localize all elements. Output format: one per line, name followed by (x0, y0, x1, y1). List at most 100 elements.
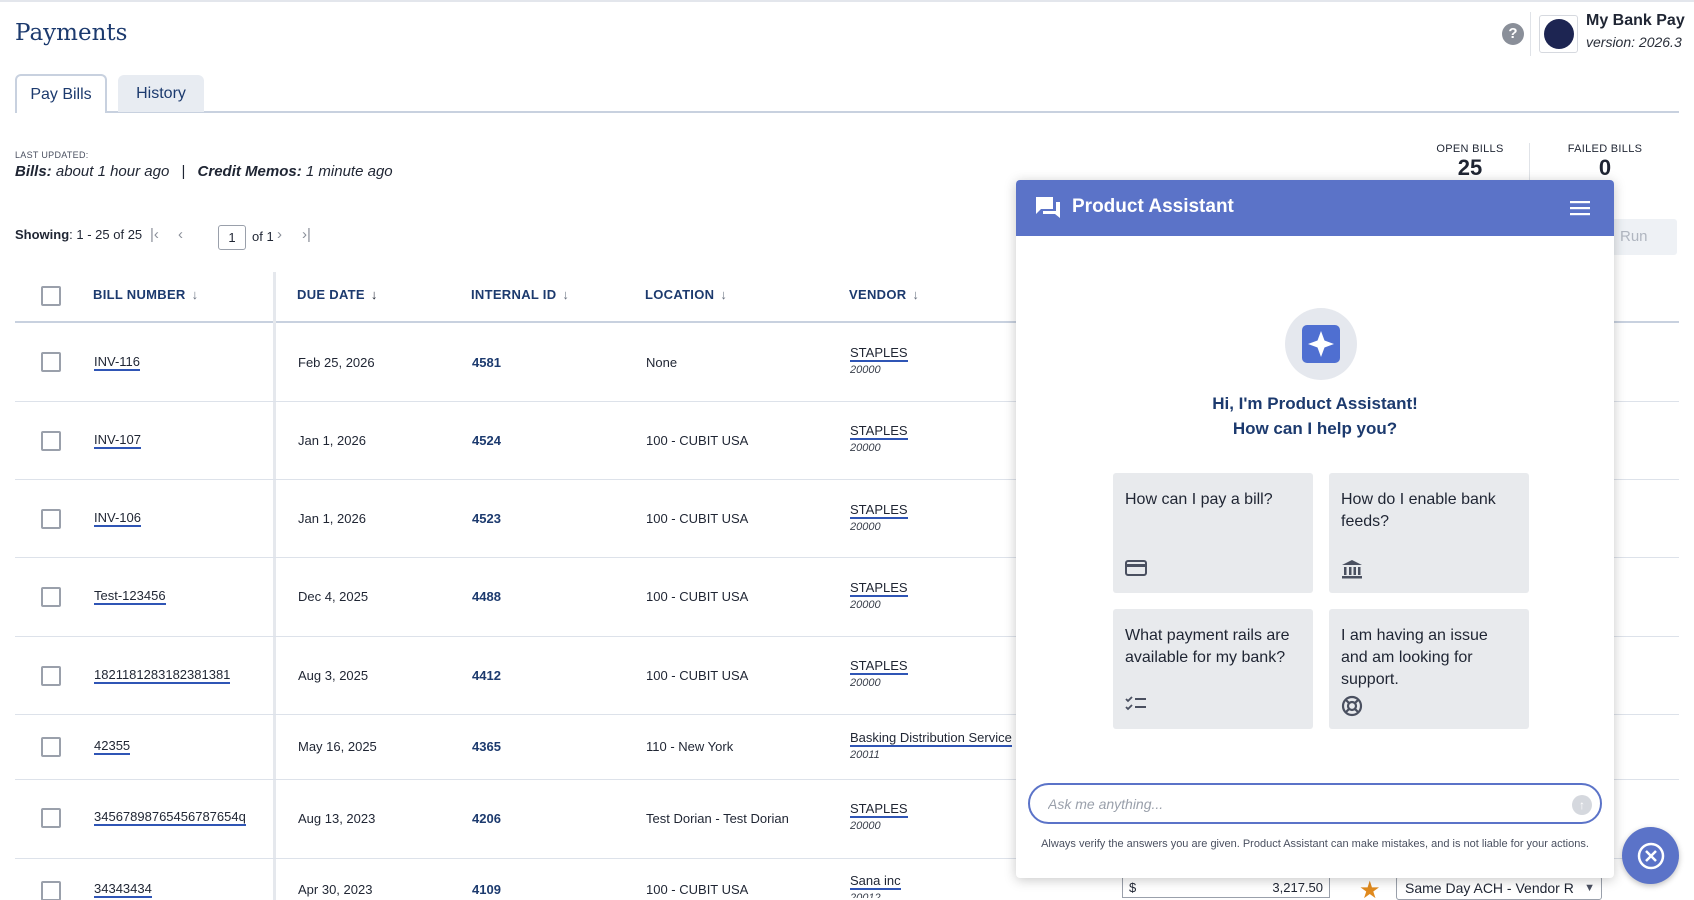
internal-id: 4412 (472, 668, 501, 683)
tabs-underline (107, 111, 1679, 113)
tab-pay-bills[interactable]: Pay Bills (15, 74, 107, 113)
due-date: Jan 1, 2026 (298, 511, 366, 526)
currency-symbol: $ (1129, 880, 1137, 895)
vendor-name[interactable]: STAPLES (850, 801, 908, 818)
internal-id: 4581 (472, 355, 501, 370)
bill-number-link[interactable]: INV-107 (94, 432, 141, 449)
close-assistant-button[interactable] (1622, 827, 1679, 884)
chevron-down-icon: ▼ (1584, 882, 1595, 894)
run-button[interactable]: Run (1612, 219, 1677, 255)
internal-id: 4206 (472, 811, 501, 826)
last-updated-label: LAST UPDATED: (15, 150, 89, 160)
payment-amount: 3,217.50 (1272, 880, 1323, 895)
first-page-icon[interactable]: |‹ (150, 226, 159, 243)
prev-page-icon[interactable]: ‹ (178, 226, 183, 243)
bill-number-link[interactable]: 1821181283182381381 (94, 667, 231, 684)
row-checkbox[interactable] (41, 737, 61, 757)
chat-icon (1034, 194, 1062, 226)
vendor-name[interactable]: STAPLES (850, 345, 908, 362)
suggestion-bank-feeds[interactable]: How do I enable bank feeds? (1329, 473, 1529, 593)
bill-number[interactable]: INV-106 (94, 510, 141, 527)
due-date: Dec 4, 2025 (298, 589, 369, 604)
bills-updated-label: Bills: (15, 163, 52, 180)
column-location-label: LOCATION (645, 287, 715, 302)
suggestion-support[interactable]: I am having an issue and am looking for … (1329, 609, 1529, 729)
due-date: Aug 3, 2025 (298, 668, 369, 683)
bill-number-link[interactable]: INV-106 (94, 510, 141, 527)
vendor: STAPLES 20000 (850, 801, 908, 832)
column-due-date[interactable]: DUE DATE ↓ (297, 287, 378, 302)
assistant-disclaimer: Always verify the answers you are given.… (1041, 838, 1589, 850)
ask-input[interactable] (1048, 794, 1548, 814)
bill-number[interactable]: 34343434 (94, 881, 152, 898)
select-all-checkbox[interactable] (41, 286, 61, 306)
vendor-name[interactable]: STAPLES (850, 423, 908, 440)
vendor-id: 20000 (850, 599, 881, 611)
page-count: of 1 (252, 229, 274, 244)
internal-id: 4365 (472, 739, 501, 754)
ask-input-box: ↑ (1028, 783, 1602, 824)
vendor: STAPLES 20000 (850, 580, 908, 611)
column-location[interactable]: LOCATION ↓ (645, 287, 727, 302)
page-number-input[interactable]: 1 (218, 225, 246, 250)
send-icon[interactable]: ↑ (1572, 795, 1592, 815)
vendor-id: 20000 (850, 364, 881, 376)
lifebuoy-icon (1341, 695, 1363, 722)
row-checkbox[interactable] (41, 881, 61, 900)
vendor-name[interactable]: STAPLES (850, 580, 908, 597)
sort-arrow-icon: ↓ (720, 287, 728, 302)
bank-icon (1341, 559, 1363, 584)
vendor-name[interactable]: STAPLES (850, 502, 908, 519)
vendor-name[interactable]: Sana inc (850, 873, 901, 890)
bill-number[interactable]: 42355 (94, 738, 131, 755)
bill-number[interactable]: 1821181283182381381 (94, 667, 231, 684)
next-page-icon[interactable]: › (277, 226, 282, 243)
suggestion-text: How can I pay a bill? (1125, 491, 1273, 508)
column-internal-id[interactable]: INTERNAL ID ↓ (471, 287, 569, 302)
bill-number-link[interactable]: 42355 (94, 738, 131, 755)
vendor-name[interactable]: STAPLES (850, 658, 908, 675)
suggestion-text: What payment rails are available for my … (1125, 627, 1290, 666)
row-checkbox[interactable] (41, 587, 61, 607)
bill-number-link[interactable]: 34567898765456787654q (94, 809, 246, 826)
sort-arrow-icon: ↓ (370, 287, 378, 302)
showing-range-value: : 1 - 25 of 25 (69, 227, 143, 242)
internal-id: 4488 (472, 589, 501, 604)
column-due-date-label: DUE DATE (297, 287, 365, 302)
open-bills-value: 25 (1457, 155, 1483, 180)
due-date: Feb 25, 2026 (298, 355, 375, 370)
row-checkbox[interactable] (41, 509, 61, 529)
last-page-icon[interactable]: ›| (302, 226, 311, 243)
column-bill-number[interactable]: BILL NUMBER ↓ (93, 287, 198, 302)
bill-number[interactable]: Test-123456 (94, 588, 166, 605)
bill-number[interactable]: INV-116 (94, 354, 141, 371)
sort-arrow-icon: ↓ (191, 287, 199, 302)
suggestion-payment-rails[interactable]: What payment rails are available for my … (1113, 609, 1313, 729)
greeting-line-1: Hi, I'm Product Assistant! (1212, 394, 1418, 413)
row-checkbox[interactable] (41, 666, 61, 686)
bill-number-link[interactable]: 34343434 (94, 881, 152, 898)
bill-number[interactable]: INV-107 (94, 432, 141, 449)
location: 110 - New York (646, 739, 734, 754)
menu-icon[interactable] (1570, 200, 1590, 221)
help-icon[interactable]: ? (1502, 23, 1524, 45)
assistant-panel: Product Assistant Hi, I'm Product Assist… (1016, 180, 1614, 878)
bill-number-link[interactable]: Test-123456 (94, 588, 166, 605)
bill-number[interactable]: 34567898765456787654q (94, 809, 246, 826)
suggestion-text: How do I enable bank feeds? (1341, 491, 1496, 530)
column-vendor[interactable]: VENDOR ↓ (849, 287, 919, 302)
payment-method-select[interactable]: Same Day ACH - Vendor R ▼ (1396, 876, 1602, 900)
row-checkbox[interactable] (41, 808, 61, 828)
suggestion-pay-bill[interactable]: How can I pay a bill? (1113, 473, 1313, 593)
header-divider (1530, 12, 1531, 56)
bill-number-link[interactable]: INV-116 (94, 354, 141, 371)
payment-amount-input[interactable]: $ 3,217.50 (1122, 876, 1330, 898)
vendor: STAPLES 20000 (850, 345, 908, 376)
internal-id: 4109 (472, 882, 501, 897)
row-checkbox[interactable] (41, 352, 61, 372)
row-checkbox[interactable] (41, 431, 61, 451)
tab-history[interactable]: History (118, 75, 204, 112)
vendor-name[interactable]: Basking Distribution Service (850, 730, 1012, 747)
star-icon[interactable]: ★ (1359, 876, 1381, 900)
checklist-icon (1125, 695, 1147, 718)
